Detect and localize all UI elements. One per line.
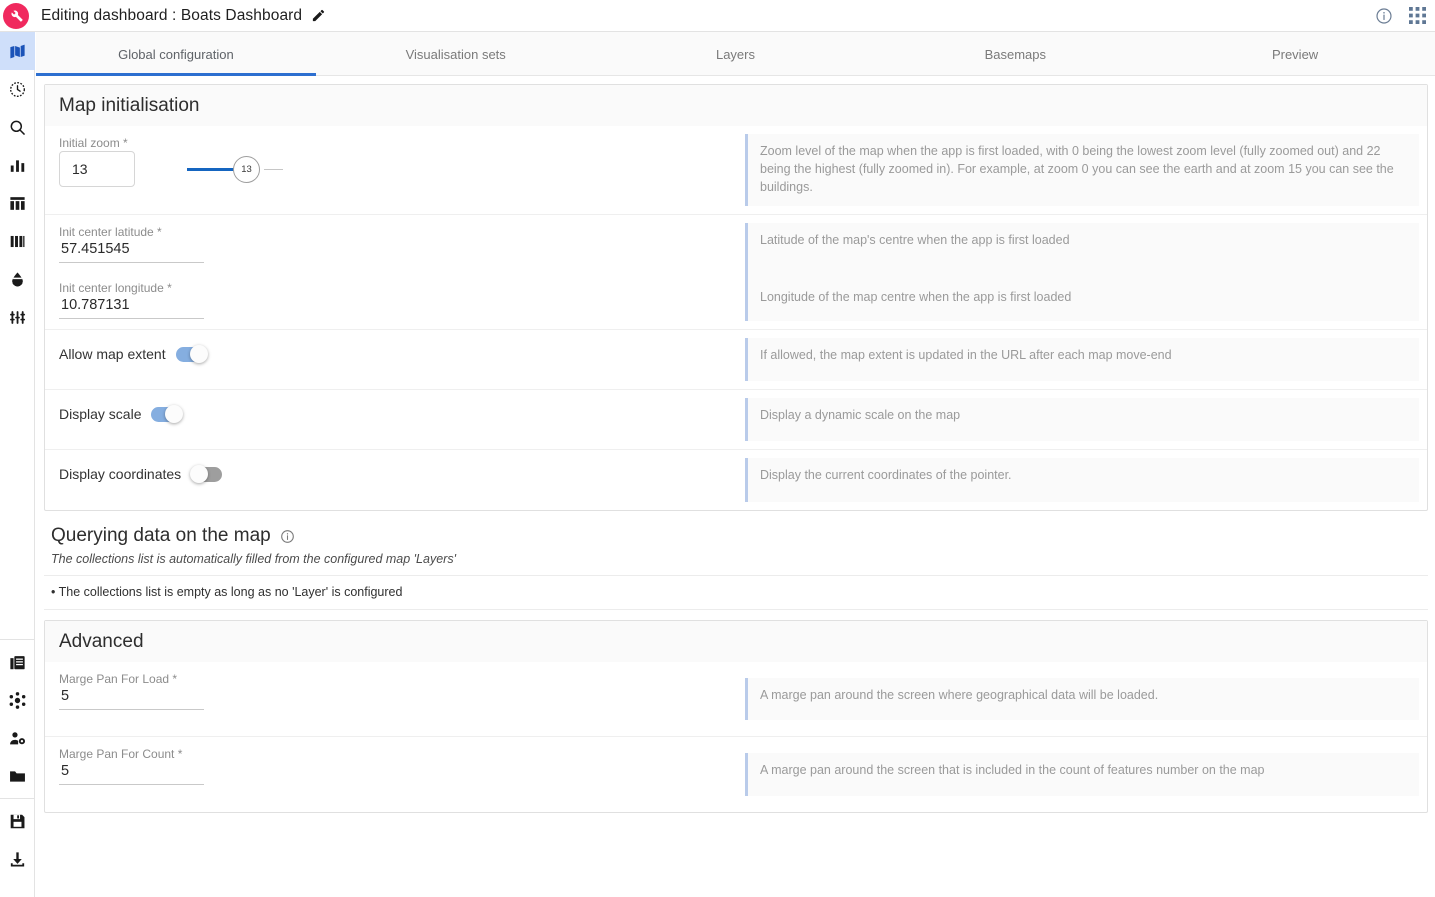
tab-bar: Global configuration Visualisation sets … bbox=[36, 32, 1435, 76]
longitude-input[interactable] bbox=[59, 296, 204, 320]
center-coordinates-control: Init center latitude * Init center longi… bbox=[45, 215, 745, 329]
latitude-help: Latitude of the map's centre when the ap… bbox=[760, 233, 1070, 248]
display-scale-help-wrap: Display a dynamic scale on the map bbox=[745, 390, 1427, 449]
sidebar-item-hub[interactable] bbox=[0, 681, 35, 719]
marge-pan-load-control: Marge Pan For Load * bbox=[45, 662, 745, 736]
longitude-help: Longitude of the map centre when the app… bbox=[760, 290, 1072, 304]
querying-data-section: Querying data on the map The collections… bbox=[44, 515, 1428, 611]
row-marge-pan-count: Marge Pan For Count * A marge pan around… bbox=[45, 737, 1427, 812]
sidebar-item-search[interactable] bbox=[0, 108, 35, 146]
top-bar: Editing dashboard : Boats Dashboard bbox=[0, 0, 1435, 32]
marge-pan-count-control: Marge Pan For Count * bbox=[45, 737, 745, 812]
toggle-knob bbox=[189, 345, 208, 364]
slider-thumb[interactable]: 13 bbox=[233, 156, 260, 183]
page-title: Editing dashboard : Boats Dashboard bbox=[41, 6, 303, 24]
row-initial-zoom: Initial zoom * 13 Zoom level of the map … bbox=[45, 126, 1427, 216]
marge-pan-load-label: Marge Pan For Load * bbox=[59, 672, 178, 687]
sidebar-divider bbox=[0, 639, 34, 640]
display-coordinates-help-wrap: Display the current coordinates of the p… bbox=[745, 450, 1427, 510]
map-initialisation-title: Map initialisation bbox=[59, 95, 200, 116]
display-coordinates-toggle[interactable] bbox=[190, 465, 223, 484]
main-content: Map initialisation Initial zoom * 13 Zoo… bbox=[36, 76, 1435, 897]
marge-pan-load-input[interactable] bbox=[59, 687, 204, 711]
row-marge-pan-load: Marge Pan For Load * A marge pan around … bbox=[45, 662, 1427, 738]
marge-pan-count-input[interactable] bbox=[59, 762, 204, 786]
querying-data-subtitle: The collections list is automatically fi… bbox=[51, 552, 456, 567]
row-display-scale: Display scale Display a dynamic scale on… bbox=[45, 390, 1427, 451]
pencil-icon[interactable] bbox=[311, 8, 326, 23]
sidebar-item-documents[interactable] bbox=[0, 643, 35, 681]
info-circle-icon[interactable] bbox=[1375, 7, 1393, 25]
sidebar-item-table[interactable] bbox=[0, 184, 35, 222]
info-circle-icon[interactable] bbox=[280, 529, 295, 544]
display-coordinates-control: Display coordinates bbox=[45, 450, 745, 510]
initial-zoom-label: Initial zoom * bbox=[59, 136, 128, 150]
sidebar bbox=[0, 32, 35, 897]
display-coordinates-label: Display coordinates bbox=[59, 466, 182, 483]
initial-zoom-help-wrap: Zoom level of the map when the app is fi… bbox=[745, 126, 1427, 214]
sidebar-item-timeline[interactable] bbox=[0, 70, 35, 108]
sidebar-item-folder[interactable] bbox=[0, 757, 35, 795]
marge-pan-count-help: A marge pan around the screen that is in… bbox=[745, 753, 1419, 797]
tab-preview[interactable]: Preview bbox=[1155, 32, 1435, 76]
slider-track-remaining bbox=[264, 168, 283, 170]
latitude-input[interactable] bbox=[59, 240, 204, 264]
sidebar-item-save[interactable] bbox=[0, 802, 35, 840]
sidebar-item-user-settings[interactable] bbox=[0, 719, 35, 757]
initial-zoom-input[interactable] bbox=[59, 151, 135, 187]
latitude-label: Init center latitude * bbox=[59, 225, 162, 240]
display-scale-help: Display a dynamic scale on the map bbox=[745, 398, 1419, 442]
sidebar-item-analytics[interactable] bbox=[0, 146, 35, 184]
initial-zoom-help: Zoom level of the map when the app is fi… bbox=[745, 134, 1419, 207]
allow-map-extent-toggle[interactable] bbox=[175, 345, 208, 364]
sidebar-item-filters[interactable] bbox=[0, 298, 35, 336]
marge-pan-count-label: Marge Pan For Count * bbox=[59, 747, 183, 762]
center-coordinates-help: Latitude of the map's centre when the ap… bbox=[745, 223, 1419, 322]
display-coordinates-help: Display the current coordinates of the p… bbox=[745, 458, 1419, 503]
display-scale-control: Display scale bbox=[45, 390, 745, 449]
tab-basemaps[interactable]: Basemaps bbox=[875, 32, 1155, 76]
tab-global-configuration[interactable]: Global configuration bbox=[36, 32, 316, 76]
sidebar-item-columns[interactable] bbox=[0, 222, 35, 260]
marge-pan-load-help-wrap: A marge pan around the screen where geog… bbox=[745, 662, 1427, 736]
map-initialisation-card: Map initialisation Initial zoom * 13 Zoo… bbox=[44, 84, 1428, 512]
center-coordinates-help-wrap: Latitude of the map's centre when the ap… bbox=[745, 215, 1427, 329]
sidebar-divider-2 bbox=[0, 798, 34, 799]
querying-data-header: Querying data on the map bbox=[44, 515, 1428, 550]
apps-grid-icon[interactable] bbox=[1409, 7, 1426, 24]
allow-map-extent-control: Allow map extent bbox=[45, 330, 745, 389]
advanced-card: Advanced Marge Pan For Load * A marge pa… bbox=[44, 620, 1428, 814]
sidebar-item-map[interactable] bbox=[0, 32, 35, 70]
advanced-header: Advanced bbox=[45, 621, 1427, 663]
toggle-knob bbox=[190, 465, 209, 484]
map-initialisation-header: Map initialisation bbox=[45, 85, 1427, 126]
allow-map-extent-label: Allow map extent bbox=[59, 346, 166, 363]
querying-data-bullet: • The collections list is empty as long … bbox=[44, 575, 1428, 611]
sidebar-item-download[interactable] bbox=[0, 840, 35, 878]
marge-pan-count-help-wrap: A marge pan around the screen that is in… bbox=[745, 737, 1427, 812]
initial-zoom-control: Initial zoom * 13 bbox=[45, 126, 745, 214]
tab-layers[interactable]: Layers bbox=[596, 32, 876, 76]
advanced-title: Advanced bbox=[59, 631, 144, 653]
allow-map-extent-help-wrap: If allowed, the map extent is updated in… bbox=[745, 330, 1427, 389]
tab-visualisation-sets[interactable]: Visualisation sets bbox=[316, 32, 596, 76]
initial-zoom-slider[interactable]: 13 bbox=[187, 151, 283, 187]
row-center-coordinates: Init center latitude * Init center longi… bbox=[45, 215, 1427, 331]
top-bar-actions bbox=[1375, 7, 1426, 25]
toggle-knob bbox=[165, 405, 184, 424]
querying-data-title-text: Querying data on the map bbox=[51, 525, 271, 547]
marge-pan-load-help: A marge pan around the screen where geog… bbox=[745, 678, 1419, 721]
querying-data-title: Querying data on the map bbox=[51, 525, 1414, 547]
allow-map-extent-help: If allowed, the map extent is updated in… bbox=[745, 338, 1419, 382]
display-scale-toggle[interactable] bbox=[151, 405, 184, 424]
display-scale-label: Display scale bbox=[59, 406, 142, 423]
sidebar-item-shape[interactable] bbox=[0, 260, 35, 298]
wrench-logo-icon[interactable] bbox=[3, 2, 29, 29]
row-display-coordinates: Display coordinates Display the current … bbox=[45, 450, 1427, 510]
longitude-label: Init center longitude * bbox=[59, 281, 172, 296]
row-allow-map-extent: Allow map extent If allowed, the map ext… bbox=[45, 330, 1427, 391]
